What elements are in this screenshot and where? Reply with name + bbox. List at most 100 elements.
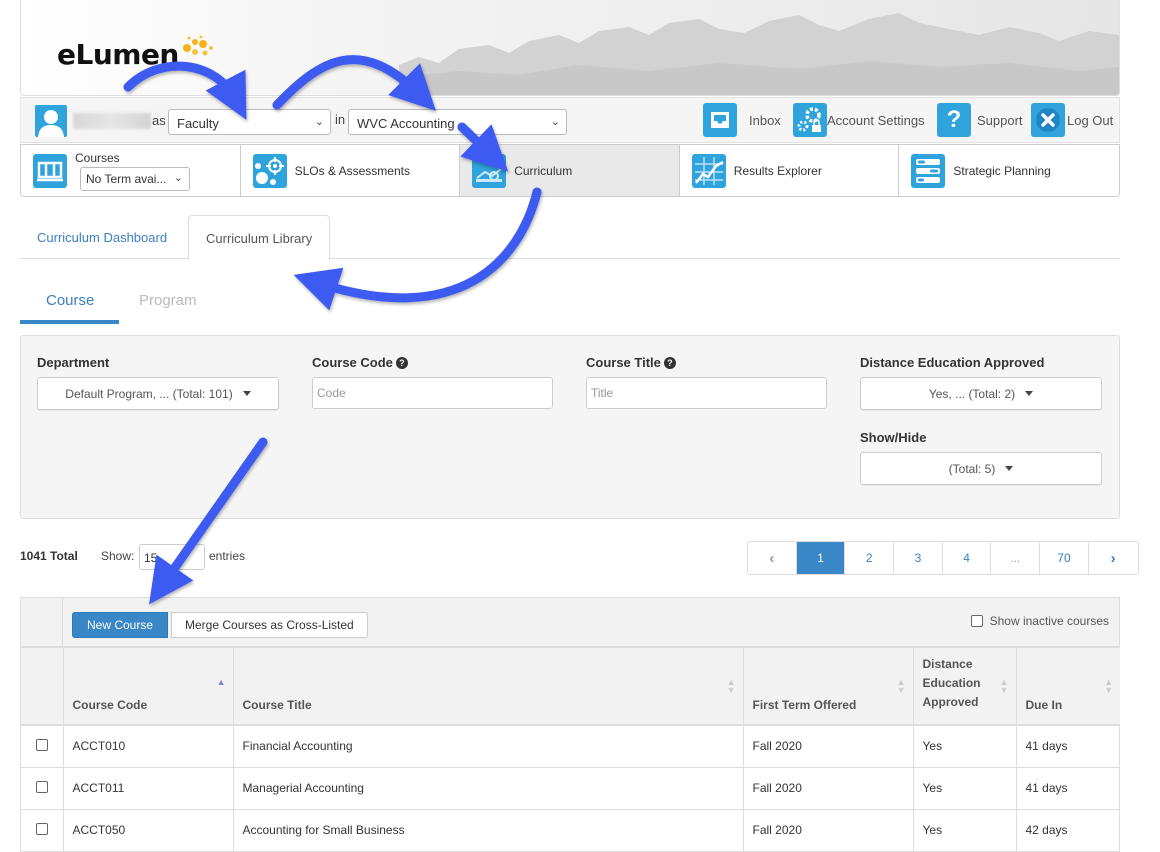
unit-select[interactable]: WVC Accounting ⌄ bbox=[348, 109, 567, 135]
course-code-cell[interactable]: ACCT010 bbox=[63, 725, 234, 768]
caret-down-icon bbox=[242, 391, 251, 396]
module-curriculum-label: Curriculum bbox=[514, 163, 573, 178]
show-label: Show: bbox=[101, 549, 135, 563]
logo-sun-dots-icon bbox=[183, 35, 213, 56]
column-header-first-term[interactable]: First Term Offered ▲ ▼ bbox=[743, 648, 914, 726]
chevron-left-icon: ‹ bbox=[769, 549, 775, 567]
unit-select-value: WVC Accounting bbox=[357, 116, 455, 131]
column-header-course-title[interactable]: Course Title ▲ ▼ bbox=[233, 648, 744, 726]
page-70[interactable]: 70 bbox=[1040, 542, 1089, 574]
close-icon bbox=[1031, 103, 1065, 137]
column-header-course-code[interactable]: Course Code ▲ bbox=[63, 648, 234, 726]
merge-cross-listed-button[interactable]: Merge Courses as Cross-Listed bbox=[171, 612, 368, 638]
courses-icon bbox=[33, 153, 67, 188]
show-hide-value: (Total: 5) bbox=[948, 461, 996, 476]
course-code-input[interactable] bbox=[312, 377, 553, 409]
page-4[interactable]: 4 bbox=[943, 542, 992, 574]
user-avatar-icon[interactable] bbox=[35, 105, 67, 137]
course-code-label: Course Code? bbox=[312, 355, 408, 370]
show-inactive-checkbox[interactable] bbox=[970, 615, 983, 627]
department-label: Department bbox=[37, 355, 110, 370]
module-nav: Courses No Term avai... ⌄ SLOs & Assessm… bbox=[20, 144, 1120, 197]
logout-link[interactable]: Log Out bbox=[1031, 103, 1113, 137]
toolbar-checkbox-column bbox=[21, 598, 63, 646]
prev-page-button[interactable]: ‹ bbox=[748, 542, 797, 574]
column-header-due-in[interactable]: Due In ▲ ▼ bbox=[1016, 648, 1120, 726]
term-select[interactable]: No Term avai... ⌄ bbox=[80, 167, 190, 191]
module-curriculum[interactable]: Curriculum bbox=[460, 145, 680, 196]
module-slos-assessments[interactable]: SLOs & Assessments bbox=[241, 145, 461, 196]
module-results-explorer[interactable]: Results Explorer bbox=[680, 145, 900, 196]
term-select-value: No Term avai... bbox=[86, 172, 167, 186]
table-row[interactable]: ACCT011 Managerial Accounting Fall 2020 … bbox=[21, 767, 1120, 810]
course-title-cell[interactable]: Managerial Accounting bbox=[233, 767, 744, 810]
courses-table: Course Code ▲ Course Title ▲ ▼ First Term… bbox=[21, 648, 1120, 852]
in-label: in bbox=[335, 112, 346, 127]
course-code-label-text: Course Code bbox=[312, 355, 393, 370]
due-in-cell: 42 days bbox=[1016, 809, 1120, 852]
entries-per-page-input[interactable]: 15 bbox=[139, 544, 205, 570]
support-link[interactable]: ? Support bbox=[937, 103, 1023, 137]
row-checkbox[interactable] bbox=[35, 738, 48, 751]
tab-curriculum-library[interactable]: Curriculum Library bbox=[188, 215, 331, 260]
new-course-button[interactable]: New Course bbox=[72, 612, 169, 638]
tab-curriculum-dashboard[interactable]: Curriculum Dashboard bbox=[20, 215, 184, 259]
first-term-cell: Fall 2020 bbox=[743, 809, 914, 852]
course-code-cell[interactable]: ACCT011 bbox=[63, 767, 234, 810]
column-label: Course Code bbox=[72, 698, 148, 712]
distance-ed-cell: Yes bbox=[913, 767, 1017, 810]
due-in-cell: 41 days bbox=[1016, 767, 1120, 810]
next-page-button[interactable]: › bbox=[1089, 542, 1138, 574]
show-inactive-toggle[interactable]: Show inactive courses bbox=[970, 614, 1109, 628]
module-strategic-label: Strategic Planning bbox=[953, 163, 1051, 178]
sort-icon: ▲ ▼ bbox=[1104, 677, 1113, 695]
course-title-cell[interactable]: Financial Accounting bbox=[233, 725, 744, 768]
sort-icon: ▲ ▼ bbox=[896, 677, 906, 695]
page-1[interactable]: 1 bbox=[796, 542, 846, 574]
inbox-label: Inbox bbox=[749, 112, 781, 128]
page-ellipsis: ... bbox=[991, 542, 1041, 574]
course-code-cell[interactable]: ACCT050 bbox=[63, 809, 234, 852]
row-checkbox[interactable] bbox=[35, 780, 48, 793]
column-header-distance-ed[interactable]: Distance Education Approved ▲ ▼ bbox=[913, 648, 1017, 726]
first-term-cell: Fall 2020 bbox=[743, 767, 914, 810]
department-dropdown[interactable]: Default Program, ... (Total: 101) bbox=[37, 377, 279, 410]
caret-down-icon bbox=[1005, 466, 1014, 471]
course-title-label: Course Title? bbox=[586, 355, 676, 370]
as-label: as bbox=[152, 113, 166, 128]
due-in-cell: 41 days bbox=[1016, 725, 1120, 768]
support-label: Support bbox=[977, 112, 1023, 128]
course-title-input[interactable] bbox=[586, 377, 827, 409]
elumen-logo[interactable]: eLumen bbox=[57, 38, 179, 71]
role-select-value: Faculty bbox=[177, 116, 219, 131]
module-strategic-planning[interactable]: Strategic Planning bbox=[899, 145, 1119, 196]
role-select[interactable]: Faculty ⌄ bbox=[168, 109, 331, 135]
sliders-icon bbox=[911, 153, 946, 188]
show-inactive-label: Show inactive courses bbox=[989, 614, 1109, 628]
table-row[interactable]: ACCT010 Financial Accounting Fall 2020 Y… bbox=[21, 725, 1120, 768]
distance-ed-dropdown[interactable]: Yes, ... (Total: 2) bbox=[860, 377, 1102, 410]
courses-table-container: New Course Merge Courses as Cross-Listed… bbox=[20, 597, 1120, 852]
help-icon[interactable]: ? bbox=[663, 357, 676, 369]
page-3[interactable]: 3 bbox=[894, 542, 943, 574]
help-icon[interactable]: ? bbox=[395, 357, 408, 369]
page-2[interactable]: 2 bbox=[845, 542, 895, 574]
tab-course[interactable]: Course bbox=[46, 292, 94, 309]
row-checkbox[interactable] bbox=[35, 822, 48, 835]
user-bar: as Faculty ⌄ in WVC Accounting ⌄ Inbox A… bbox=[20, 97, 1120, 143]
sort-icon: ▲ ▼ bbox=[726, 677, 736, 695]
active-tab-indicator bbox=[20, 320, 119, 324]
tab-program[interactable]: Program bbox=[139, 292, 197, 309]
inbox-link[interactable]: Inbox bbox=[703, 103, 781, 137]
module-courses[interactable]: Courses No Term avai... ⌄ bbox=[21, 145, 241, 196]
table-row[interactable]: ACCT050 Accounting for Small Business Fa… bbox=[21, 809, 1120, 852]
course-title-label-text: Course Title bbox=[586, 355, 661, 370]
chevron-down-icon: ⌄ bbox=[314, 116, 324, 128]
course-title-cell[interactable]: Accounting for Small Business bbox=[233, 809, 744, 852]
table-header-row: Course Code ▲ Course Title ▲ ▼ First Term… bbox=[21, 648, 1120, 726]
distance-ed-cell: Yes bbox=[913, 809, 1017, 852]
account-settings-link[interactable]: Account Settings bbox=[793, 103, 925, 137]
show-hide-dropdown[interactable]: (Total: 5) bbox=[860, 452, 1102, 485]
chevron-down-icon: ⌄ bbox=[173, 172, 183, 184]
column-label: Distance Education Approved bbox=[922, 657, 981, 709]
